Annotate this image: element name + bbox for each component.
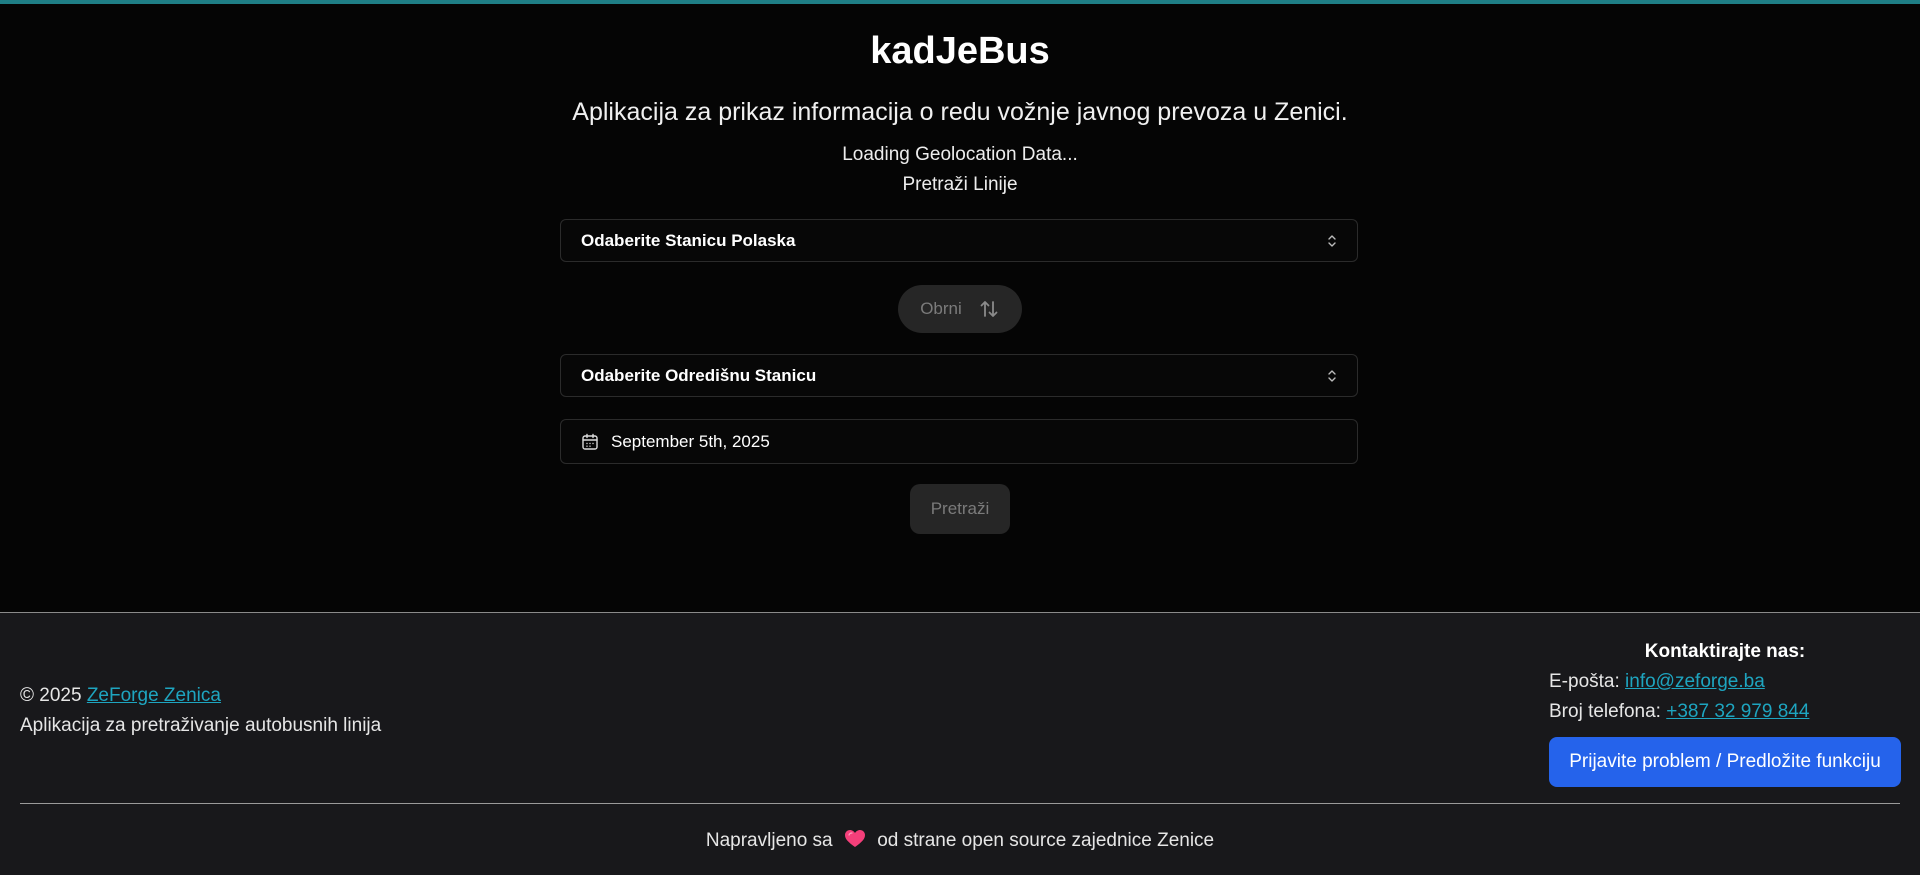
chevron-up-down-icon [1328, 234, 1336, 247]
phone-link[interactable]: +387 32 979 844 [1666, 701, 1809, 722]
contact-title: Kontaktirajte nas: [1644, 641, 1806, 662]
phone-line: Broj telefona: +387 32 979 844 [1549, 697, 1901, 727]
org-link[interactable]: ZeForge Zenica [87, 685, 221, 706]
footer: © 2025 ZeForge Zenica Aplikacija za pret… [0, 612, 1920, 875]
made-with-prefix: Napravljeno sa [705, 830, 833, 851]
calendar-icon [582, 433, 598, 450]
made-with-line: Napravljeno sa od strane open source zaj… [0, 829, 1920, 852]
swap-stations-button[interactable]: Obrni [898, 285, 1022, 333]
destination-station-select[interactable]: Odaberite Odredišnu Stanicu [560, 354, 1358, 397]
app-title: kadJeBus [870, 30, 1050, 72]
selected-date: September 5th, 2025 [611, 431, 770, 451]
footer-info: © 2025 ZeForge Zenica Aplikacija za pret… [20, 681, 381, 741]
geolocation-status: Loading Geolocation Data... [842, 144, 1078, 165]
report-issue-button[interactable]: Prijavite problem / Predložite funkciju [1549, 737, 1901, 787]
email-line: E-pošta: info@zeforge.ba [1549, 667, 1901, 697]
copyright-line: © 2025 ZeForge Zenica [20, 681, 381, 711]
heart-icon [844, 829, 866, 852]
date-picker[interactable]: September 5th, 2025 [560, 419, 1358, 464]
chevron-up-down-icon [1328, 369, 1336, 382]
destination-station-label: Odaberite Odredišnu Stanicu [581, 365, 817, 385]
phone-label: Broj telefona: [1549, 701, 1661, 722]
copyright-text: © 2025 [20, 685, 82, 706]
email-link[interactable]: info@zeforge.ba [1625, 671, 1765, 692]
main-content: kadJeBus Aplikacija za prikaz informacij… [0, 4, 1920, 612]
app-subtitle: Aplikacija za prikaz informacija o redu … [572, 98, 1348, 126]
departure-station-select[interactable]: Odaberite Stanicu Polaska [560, 219, 1358, 262]
swap-button-label: Obrni [920, 299, 962, 318]
search-button[interactable]: Pretraži [910, 484, 1010, 534]
email-label: E-pošta: [1549, 671, 1620, 692]
footer-divider [20, 803, 1900, 804]
footer-description: Aplikacija za pretraživanje autobusnih l… [20, 715, 382, 736]
made-with-suffix: od strane open source zajednice Zenice [877, 830, 1215, 851]
departure-station-label: Odaberite Stanicu Polaska [581, 230, 796, 250]
contact-section: Kontaktirajte nas: E-pošta: info@zeforge… [1549, 637, 1901, 787]
search-heading: Pretraži Linije [902, 174, 1018, 195]
arrows-up-down-icon [980, 301, 998, 317]
